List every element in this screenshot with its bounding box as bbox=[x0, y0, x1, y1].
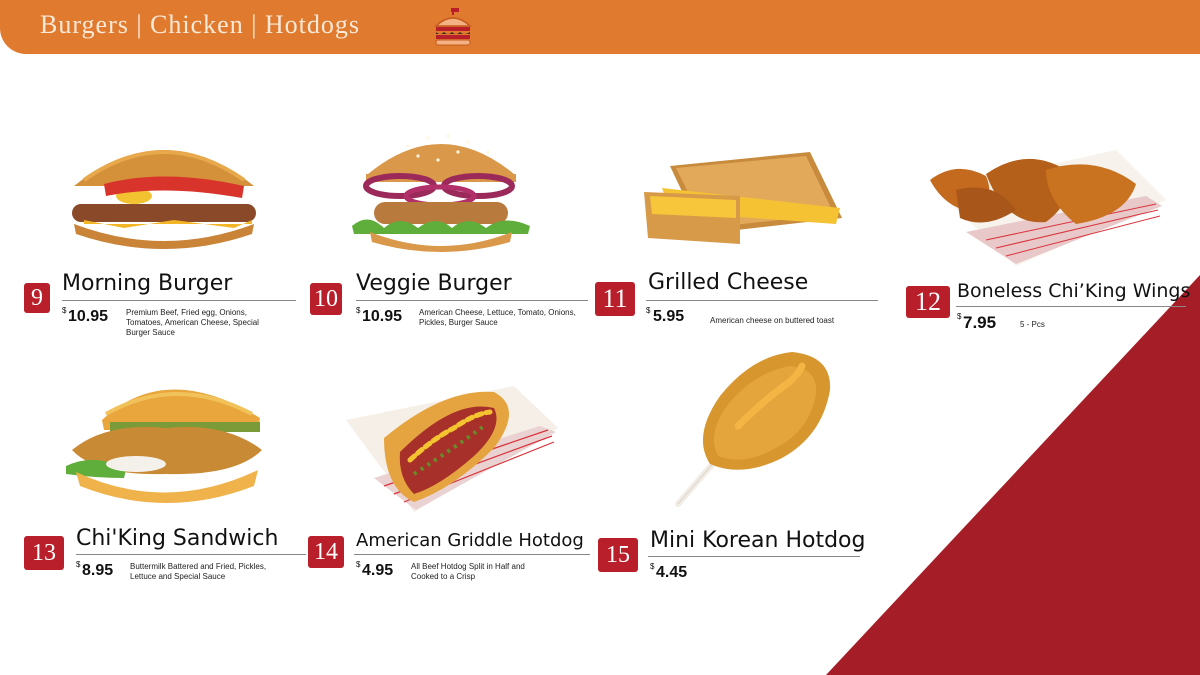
divider bbox=[646, 300, 878, 301]
divider bbox=[62, 300, 296, 301]
item-name: Chi'King Sandwich bbox=[76, 526, 279, 551]
veggie-burger-photo bbox=[352, 134, 530, 252]
item-price: 10.95 bbox=[362, 308, 403, 325]
burger-icon bbox=[434, 8, 472, 46]
item-name: Morning Burger bbox=[62, 271, 233, 296]
divider bbox=[956, 306, 1186, 307]
item-name: Grilled Cheese bbox=[648, 270, 809, 295]
item-price: 7.95 bbox=[963, 313, 997, 332]
item-name: Veggie Burger bbox=[356, 271, 512, 296]
item-name: Mini Korean Hotdog bbox=[650, 528, 866, 553]
item-price: 10.95 bbox=[68, 308, 109, 325]
item-name: American Griddle Hotdog bbox=[356, 530, 584, 551]
item-number-badge: 15 bbox=[598, 538, 638, 572]
item-description: American cheese on buttered toast bbox=[710, 316, 835, 325]
divider bbox=[354, 554, 590, 555]
header-bar: Burgers | Chicken | Hotdogs bbox=[0, 0, 1200, 54]
morning-burger-photo bbox=[69, 150, 259, 249]
item-description: Buttermilk Battered and Fried, Pickles, … bbox=[130, 562, 267, 581]
currency-symbol: $ bbox=[957, 312, 962, 321]
grilled-cheese-photo bbox=[644, 152, 842, 244]
item-number-badge: 10 bbox=[310, 283, 342, 315]
item-price: 5.95 bbox=[653, 308, 685, 325]
item-price: 4.95 bbox=[362, 562, 394, 579]
item-number-badge: 13 bbox=[24, 536, 64, 570]
item-description: 5 - Pcs bbox=[1020, 320, 1045, 329]
item-price: 4.45 bbox=[656, 564, 688, 581]
currency-symbol: $ bbox=[356, 560, 361, 569]
boneless-wings-photo bbox=[930, 150, 1166, 266]
currency-symbol: $ bbox=[62, 306, 67, 315]
item-description: American Cheese, Lettuce, Tomato, Onions… bbox=[419, 308, 576, 327]
currency-symbol: $ bbox=[650, 562, 655, 571]
item-number-badge: 11 bbox=[595, 282, 635, 316]
divider bbox=[648, 556, 860, 557]
item-number-badge: 12 bbox=[906, 286, 950, 318]
item-description: Premium Beef, Fried egg, Onions, Tomatoe… bbox=[126, 308, 259, 337]
divider bbox=[76, 554, 306, 555]
american-hotdog-photo bbox=[346, 386, 558, 512]
item-description: All Beef Hotdog Split in Half and Cooked… bbox=[411, 562, 525, 581]
currency-symbol: $ bbox=[76, 560, 81, 569]
divider bbox=[356, 300, 588, 301]
currency-symbol: $ bbox=[646, 306, 651, 315]
item-name: Boneless Chi’King Wings bbox=[957, 280, 1191, 302]
korean-hotdog-photo bbox=[675, 352, 831, 507]
item-number-badge: 9 bbox=[24, 283, 50, 313]
item-number-badge: 14 bbox=[308, 536, 344, 568]
currency-symbol: $ bbox=[356, 306, 361, 315]
chicken-sandwich-photo bbox=[66, 389, 262, 503]
item-price: 8.95 bbox=[82, 562, 114, 579]
page-title: Burgers | Chicken | Hotdogs bbox=[40, 10, 361, 39]
